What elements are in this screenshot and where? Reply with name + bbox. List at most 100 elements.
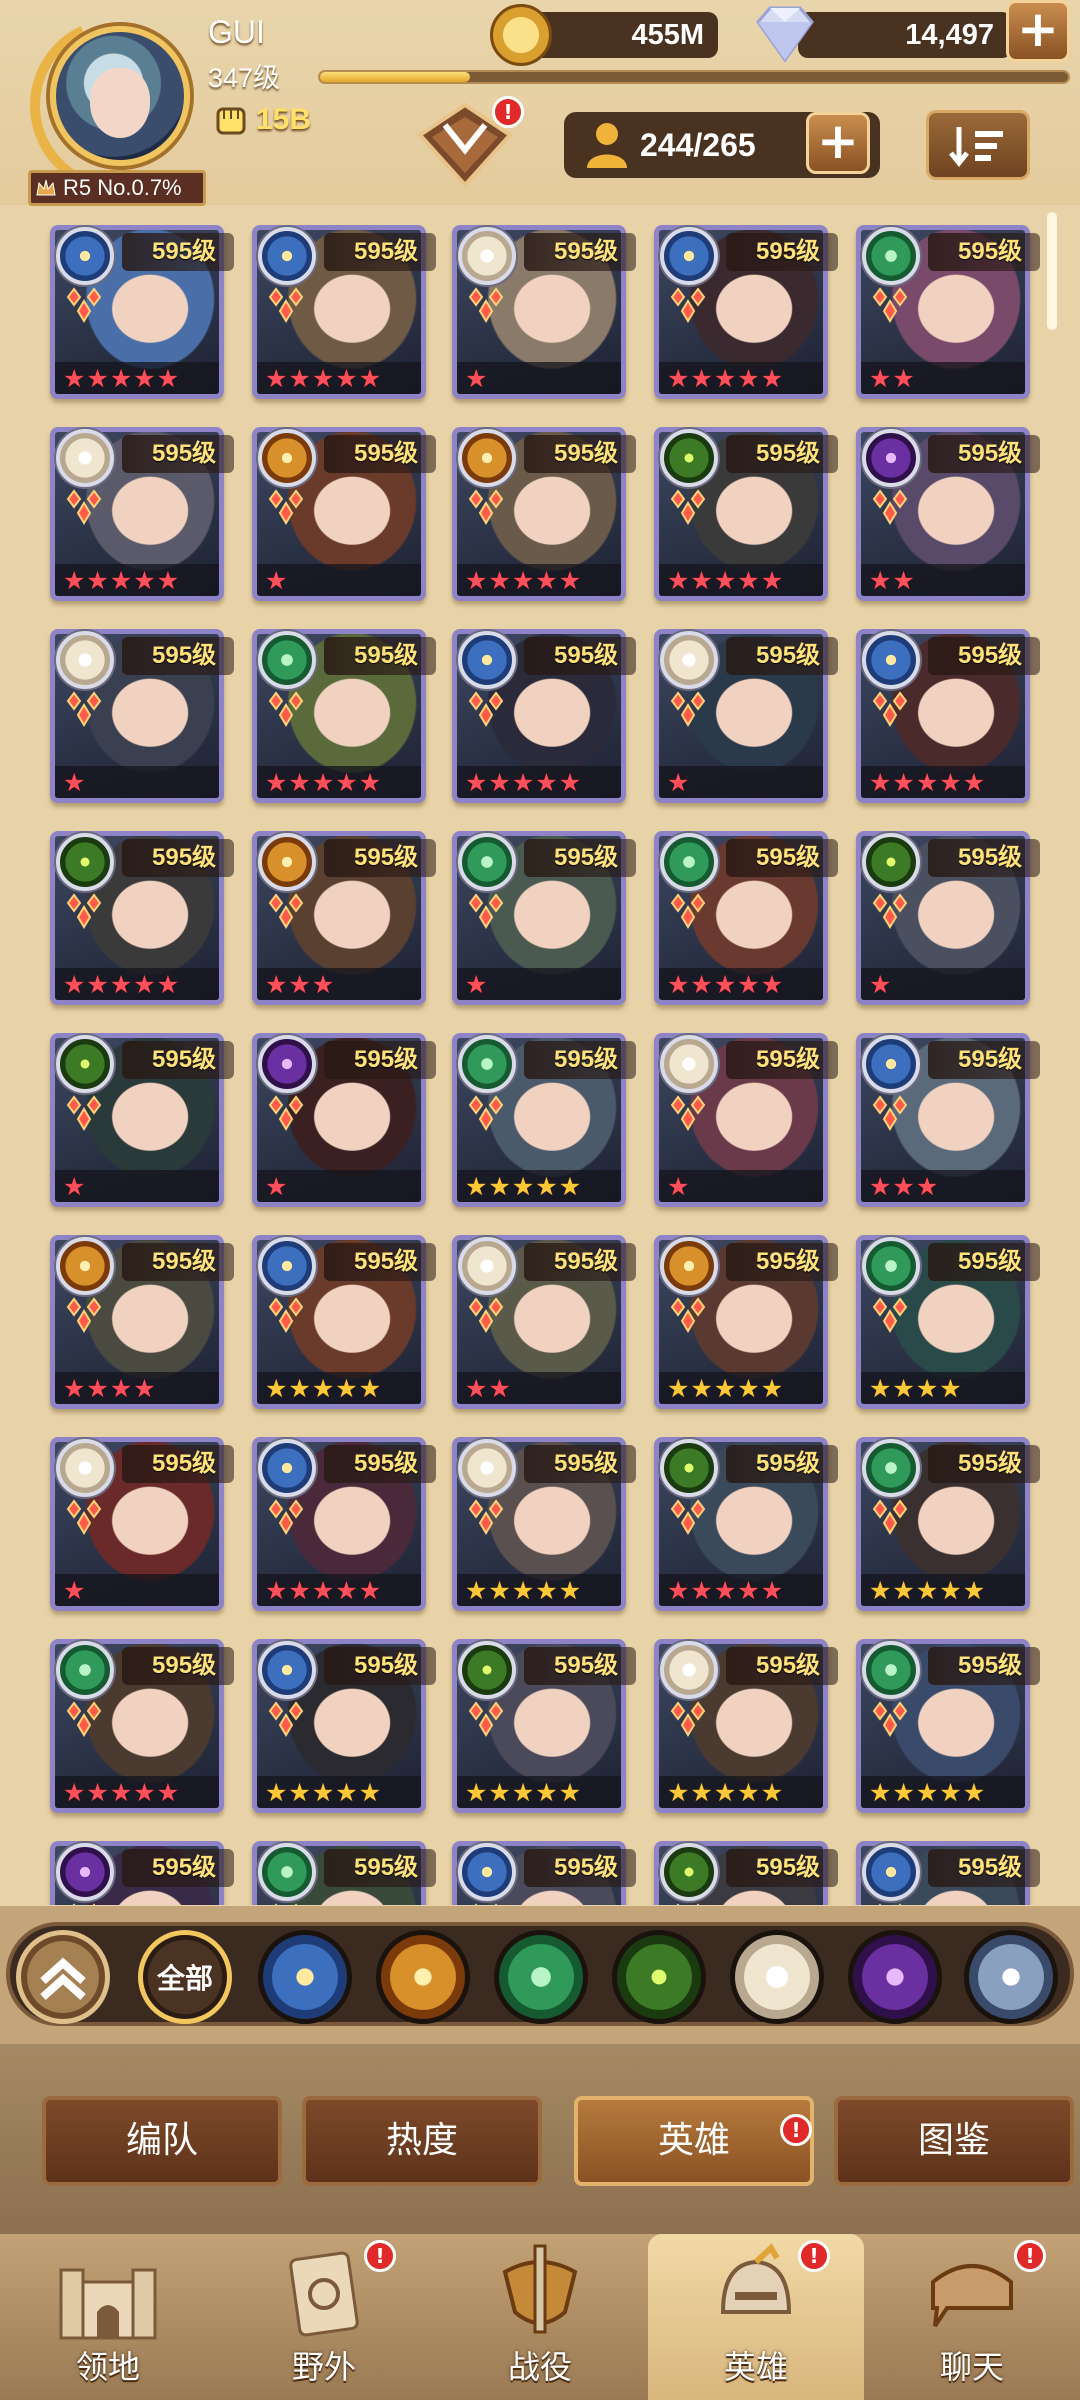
star-icon: ★ [535,1777,558,1807]
star-icon: ★ [488,1777,511,1807]
mauler-faction-icon [258,833,316,891]
star-icon: ★ [86,969,109,999]
star-icon: ★ [465,1171,488,1201]
castle-icon [59,2268,157,2340]
celestial-faction-icon [660,1035,718,1093]
tab-popularity[interactable]: 热度 [302,2096,542,2186]
ascension-gem-icon [872,1095,908,1131]
hero-level: 595级 [122,637,234,675]
star-icon: ★ [488,767,511,797]
star-icon: ★ [335,1777,358,1807]
filter-all-button[interactable]: 全部 [138,1930,232,2024]
filter-wilder-button[interactable] [494,1930,588,2024]
player-avatar[interactable] [5,0,230,218]
buy-gems-button[interactable]: + [1006,0,1070,62]
star-icon: ★ [488,1575,511,1605]
star-icon: ★ [962,1575,986,1605]
filter-hypogean-button[interactable] [848,1930,942,2024]
star-icon: ★ [311,1575,335,1605]
wilder-faction-icon [660,833,718,891]
star-icon: ★ [265,1575,288,1605]
ascension-gem-icon [268,489,304,525]
star-rating: ★ ★ ★ ★ ★ [257,1372,421,1404]
filter-all-label: 全部 [156,1962,213,1995]
star-rating: ★ [457,968,621,1000]
star-rating: ★ ★ ★ ★ ★ [457,564,621,596]
star-icon: ★ [869,1373,892,1403]
filter-graveborn-button[interactable] [612,1930,706,2024]
star-icon: ★ [133,1777,156,1807]
ascension-gem-icon [66,489,102,525]
hypogean-faction-icon [258,1035,316,1093]
mauler-faction-icon [458,429,516,487]
chat-bubble-icon [931,2264,1013,2328]
sort-button[interactable] [926,110,1030,180]
ascension-gem-icon [66,1095,102,1131]
star-rating: ★ ★ ★ ★ ★ [55,362,219,394]
star-icon: ★ [358,767,382,797]
star-icon: ★ [265,1777,288,1807]
star-icon: ★ [465,767,488,797]
hero-level: 595级 [324,637,436,675]
star-icon: ★ [558,1575,582,1605]
star-icon: ★ [939,1575,962,1605]
ascension-gem-icon [670,1701,706,1737]
star-rating: ★ [55,1574,219,1606]
combat-power: 15B [212,100,311,140]
nav-heroes[interactable]: 英雄 [648,2234,864,2400]
star-icon: ★ [311,969,335,999]
light-faction-icon [660,227,718,285]
star-rating: ★ [55,1170,219,1202]
tab-formation[interactable]: 编队 [42,2096,282,2186]
star-icon: ★ [558,767,582,797]
xp-progress-bar [318,70,1070,84]
hypogean-faction-icon [862,429,920,487]
gem-counter[interactable]: 14,497 [798,12,1012,58]
star-icon: ★ [915,1575,939,1605]
ascension-gem-icon [268,287,304,323]
star-icon: ★ [869,1171,892,1201]
ascension-gem-icon [468,489,504,525]
star-icon: ★ [892,363,915,393]
wilder-faction-icon [458,833,516,891]
hero-level: 595级 [726,637,838,675]
star-icon: ★ [737,1777,760,1807]
star-icon: ★ [335,767,358,797]
star-icon: ★ [737,1373,760,1403]
ascension-gem-icon [670,489,706,525]
celestial-faction-icon [660,631,718,689]
celestial-faction-icon [458,227,516,285]
tab-heroes[interactable]: 英雄 [574,2096,814,2186]
filter-celestial-button[interactable] [730,1930,824,2024]
star-icon: ★ [511,565,535,595]
star-icon: ★ [465,1777,488,1807]
light-faction-icon [862,631,920,689]
star-icon: ★ [737,363,760,393]
star-icon: ★ [265,969,288,999]
tab-collection[interactable]: 图鉴 [834,2096,1074,2186]
nav-campaign[interactable]: 战役 [432,2234,648,2400]
nav-territory[interactable]: 领地 [0,2234,216,2400]
ascension-gem-icon [72,1903,96,1905]
hero-level: 595级 [726,1445,838,1483]
ascension-gem-icon [872,489,908,525]
ascension-gem-icon [468,1095,504,1131]
nav-wild[interactable]: 野外 [216,2234,432,2400]
nav-chat[interactable]: 聊天 [864,2234,1080,2400]
filter-dimensional-button[interactable] [964,1930,1058,2024]
celestial-faction-icon [56,631,114,689]
star-icon: ★ [760,565,784,595]
scrollbar[interactable] [1047,212,1057,330]
rank-badge[interactable]: R5 No.0.7% [28,170,206,206]
star-icon: ★ [667,767,690,797]
star-icon: ★ [915,1171,939,1201]
filter-light-button[interactable] [258,1930,352,2024]
star-rating: ★ ★ [457,1372,621,1404]
collapse-button[interactable] [16,1930,110,2024]
hero-level: 595级 [524,1445,636,1483]
star-icon: ★ [335,1373,358,1403]
star-icon: ★ [892,565,915,595]
expand-slots-button[interactable]: + [806,112,870,174]
filter-mauler-button[interactable] [376,1930,470,2024]
star-icon: ★ [465,363,488,393]
